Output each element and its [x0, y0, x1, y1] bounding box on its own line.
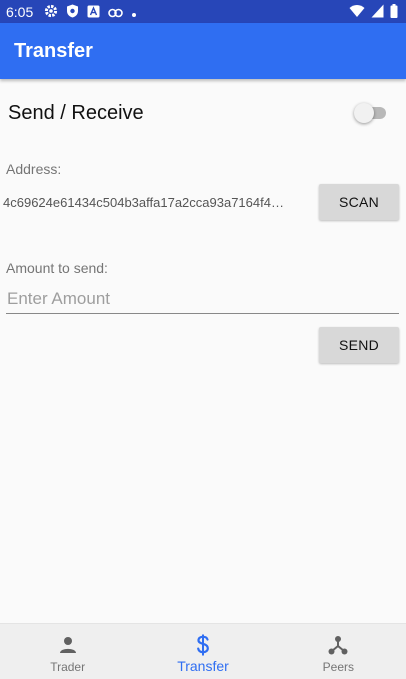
shield-icon: [66, 4, 79, 23]
amount-label: Amount to send:: [6, 260, 108, 276]
address-label: Address:: [6, 161, 62, 177]
toggle-thumb[interactable]: [354, 103, 374, 123]
status-icons-left: [44, 4, 137, 23]
nav-label-trader: Trader: [50, 660, 86, 674]
status-bar: 6:05: [0, 0, 406, 23]
nav-item-transfer[interactable]: Transfer: [135, 624, 270, 679]
send-button[interactable]: SEND: [319, 327, 399, 363]
bottom-navigation: Trader Transfer Peers: [0, 623, 406, 679]
nav-label-peers: Peers: [322, 660, 354, 674]
status-time: 6:05: [6, 4, 34, 20]
dot-icon: [131, 5, 137, 23]
nav-item-trader[interactable]: Trader: [0, 624, 135, 679]
amount-input[interactable]: [6, 284, 399, 314]
gear-icon: [44, 4, 58, 23]
nav-item-peers[interactable]: Peers: [271, 624, 406, 679]
page-title: Transfer: [14, 40, 93, 62]
app-bar: Transfer: [0, 23, 406, 79]
person-icon: [57, 634, 79, 656]
scan-button[interactable]: SCAN: [319, 184, 399, 220]
dollar-icon: [192, 634, 214, 656]
a-badge-icon: [87, 5, 100, 23]
status-icons-right: [349, 4, 398, 23]
network-icon: [327, 634, 349, 656]
wifi-icon: [349, 4, 365, 23]
address-value: 4c69624e61434c504b3affa17a2cca93a7164f4…: [3, 195, 284, 210]
nav-label-transfer: Transfer: [177, 658, 229, 674]
battery-icon: [390, 4, 398, 23]
signal-icon: [371, 4, 384, 23]
send-receive-label: Send / Receive: [8, 102, 144, 124]
link-icon: [108, 5, 123, 23]
send-receive-toggle[interactable]: [354, 103, 386, 123]
